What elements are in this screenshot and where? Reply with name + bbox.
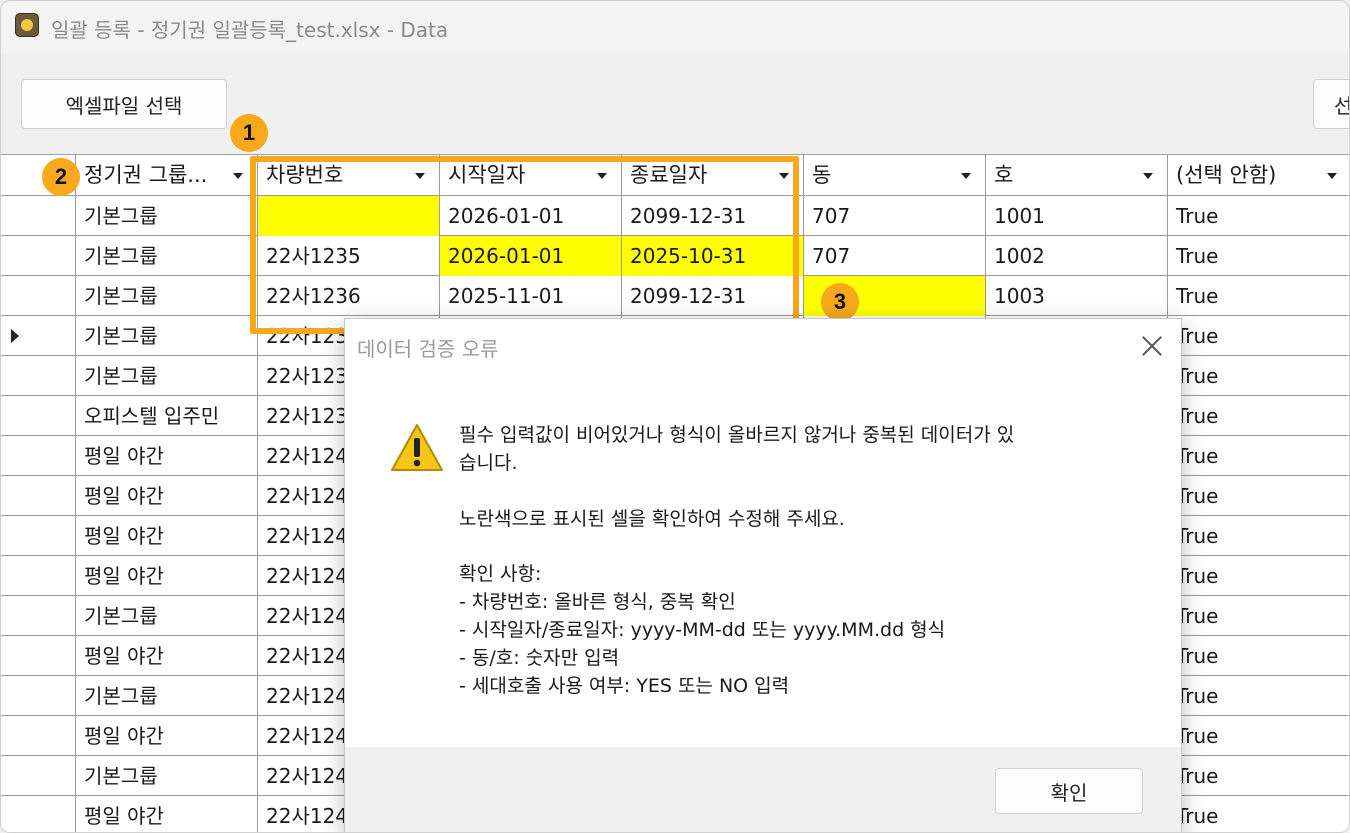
dialog-message-line: - 시작일자/종료일자: yyyy-MM-dd 또는 yyyy.MM.dd 형식: [459, 619, 946, 641]
cell-optional[interactable]: True: [1168, 236, 1349, 276]
dropdown-arrow-icon[interactable]: [954, 167, 978, 185]
dropdown-arrow-icon[interactable]: [1136, 167, 1160, 185]
row-header[interactable]: [1, 556, 76, 596]
row-header[interactable]: [1, 756, 76, 796]
app-icon: [15, 13, 39, 37]
column-header-label: 호: [994, 163, 1014, 187]
cell-group[interactable]: 평일 야간: [76, 436, 258, 476]
cell-group[interactable]: 기본그룹: [76, 756, 258, 796]
dialog-message-line: 노란색으로 표시된 셀을 확인하여 수정해 주세요.: [459, 508, 845, 530]
cell-optional[interactable]: True: [1168, 356, 1349, 396]
dialog-message-line: - 차량번호: 올바른 형식, 중복 확인: [459, 591, 736, 613]
cell-group[interactable]: 기본그룹: [76, 316, 258, 356]
close-icon[interactable]: [1137, 331, 1167, 361]
dialog-footer: 확인: [345, 747, 1181, 832]
row-header[interactable]: [1, 316, 76, 356]
cell-optional[interactable]: True: [1168, 276, 1349, 316]
annotation-badge: 3: [821, 283, 859, 321]
column-header-group[interactable]: 정기권 그룹...: [76, 155, 258, 195]
cell-group[interactable]: 평일 야간: [76, 796, 258, 832]
row-header[interactable]: [1, 356, 76, 396]
toolbar: 엑셀파일 선택 선: [1, 53, 1349, 153]
title-bar: 일괄 등록 - 정기권 일괄등록_test.xlsx - Data: [1, 1, 1349, 53]
current-row-indicator-icon: [11, 329, 19, 343]
cell-unit[interactable]: 1003: [986, 276, 1168, 316]
row-header[interactable]: [1, 276, 76, 316]
cell-optional[interactable]: True: [1168, 196, 1349, 236]
cell-group[interactable]: 평일 야간: [76, 476, 258, 516]
cell-group[interactable]: 기본그룹: [76, 356, 258, 396]
row-header[interactable]: [1, 676, 76, 716]
row-header[interactable]: [1, 476, 76, 516]
window-title: 일괄 등록 - 정기권 일괄등록_test.xlsx - Data: [51, 18, 449, 42]
cell-group[interactable]: 기본그룹: [76, 596, 258, 636]
cell-group[interactable]: 평일 야간: [76, 516, 258, 556]
cell-optional[interactable]: True: [1168, 396, 1349, 436]
cell-optional[interactable]: True: [1168, 636, 1349, 676]
cell-optional[interactable]: True: [1168, 516, 1349, 556]
select-excel-file-button[interactable]: 엑셀파일 선택: [21, 79, 227, 129]
column-header-optional[interactable]: (선택 안함): [1168, 155, 1349, 195]
cell-group[interactable]: 기본그룹: [76, 196, 258, 236]
cell-optional[interactable]: True: [1168, 756, 1349, 796]
cell-group[interactable]: 기본그룹: [76, 676, 258, 716]
cell-group[interactable]: 기본그룹: [76, 276, 258, 316]
cell-building[interactable]: 707: [804, 236, 986, 276]
cell-group[interactable]: 평일 야간: [76, 636, 258, 676]
dialog-message-line: 확인 사항:: [459, 563, 542, 585]
row-header[interactable]: [1, 716, 76, 756]
dialog-title: 데이터 검증 오류: [357, 337, 499, 361]
validation-error-dialog: 데이터 검증 오류 필수 입력값이 비어있거나 형식이 올바르지 않거나 중복된…: [344, 318, 1182, 832]
cell-optional[interactable]: True: [1168, 476, 1349, 516]
cell-group[interactable]: 평일 야간: [76, 716, 258, 756]
column-header-building[interactable]: 동: [804, 155, 986, 195]
column-header-label: (선택 안함): [1176, 163, 1277, 187]
row-header[interactable]: [1, 436, 76, 476]
dialog-message-line: 필수 입력값이 비어있거나 형식이 올바르지 않거나 중복된 데이터가 있: [459, 424, 1015, 446]
annotation-highlight-box: [250, 156, 799, 334]
cell-group[interactable]: 평일 야간: [76, 556, 258, 596]
cell-group[interactable]: 기본그룹: [76, 236, 258, 276]
cell-optional[interactable]: True: [1168, 596, 1349, 636]
row-header[interactable]: [1, 196, 76, 236]
annotation-badge: 1: [230, 114, 268, 152]
cell-building[interactable]: 707: [804, 196, 986, 236]
right-toolbar-button[interactable]: 선: [1313, 79, 1349, 129]
dialog-message-line: - 세대호출 사용 여부: YES 또는 NO 입력: [459, 675, 790, 697]
app-window: 일괄 등록 - 정기권 일괄등록_test.xlsx - Data 엑셀파일 선…: [0, 0, 1350, 833]
column-header-label: 동: [812, 163, 832, 187]
dialog-message-line: - 동/호: 숫자만 입력: [459, 647, 620, 669]
column-header-unit[interactable]: 호: [986, 155, 1168, 195]
row-header[interactable]: [1, 396, 76, 436]
ok-button[interactable]: 확인: [995, 768, 1143, 814]
cell-unit[interactable]: 1001: [986, 196, 1168, 236]
warning-icon: [391, 424, 443, 471]
dropdown-arrow-icon[interactable]: [226, 167, 250, 185]
row-header[interactable]: [1, 236, 76, 276]
cell-optional[interactable]: True: [1168, 316, 1349, 356]
dropdown-arrow-icon[interactable]: [1320, 167, 1344, 185]
cell-optional[interactable]: True: [1168, 676, 1349, 716]
row-header[interactable]: [1, 516, 76, 556]
column-header-label: 정기권 그룹...: [84, 163, 208, 187]
row-header[interactable]: [1, 636, 76, 676]
cell-optional[interactable]: True: [1168, 436, 1349, 476]
annotation-badge: 2: [42, 158, 80, 196]
cell-optional[interactable]: True: [1168, 556, 1349, 596]
row-header[interactable]: [1, 796, 76, 832]
dialog-message-line: 습니다.: [459, 452, 518, 474]
cell-optional[interactable]: True: [1168, 716, 1349, 756]
cell-group[interactable]: 오피스텔 입주민: [76, 396, 258, 436]
cell-optional[interactable]: True: [1168, 796, 1349, 832]
cell-unit[interactable]: 1002: [986, 236, 1168, 276]
row-header[interactable]: [1, 596, 76, 636]
